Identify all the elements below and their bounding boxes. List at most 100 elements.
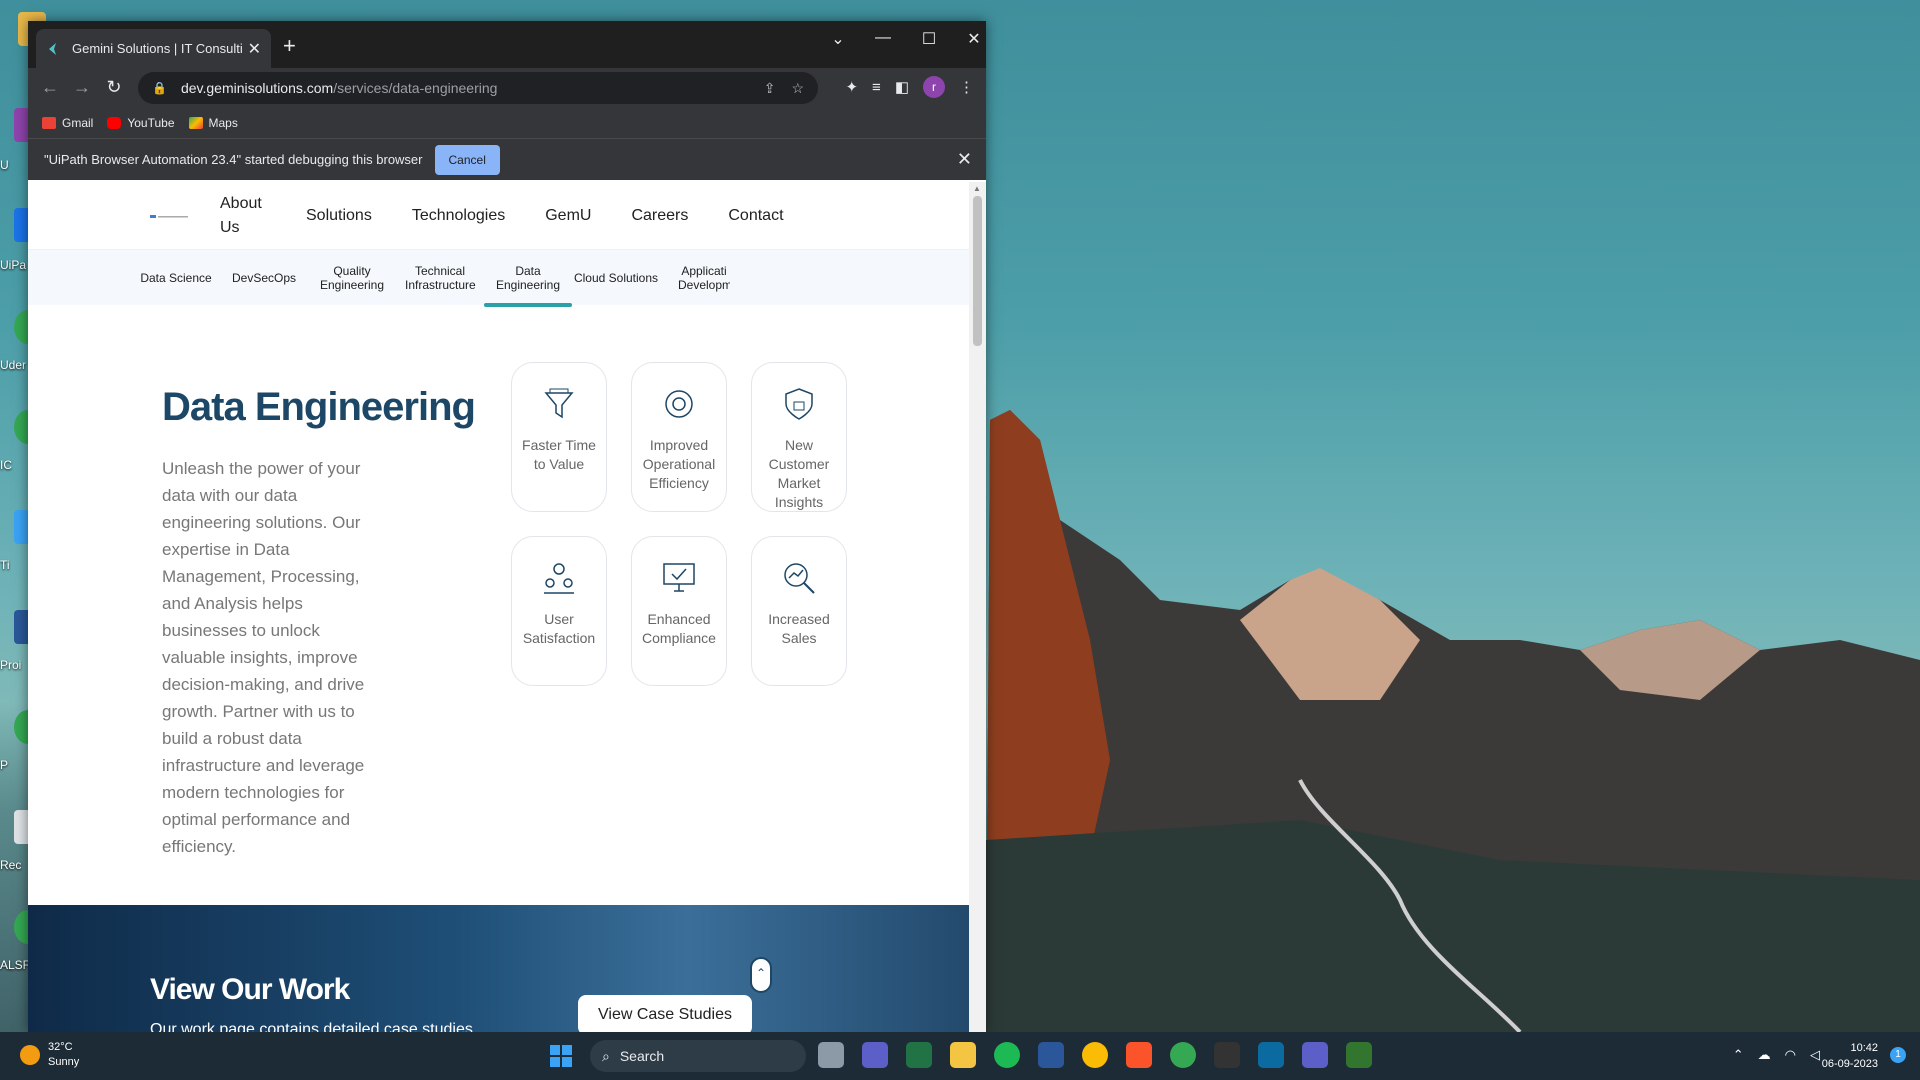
debug-infobar: "UiPath Browser Automation 23.4" started… <box>28 138 986 180</box>
web-page: About Us Solutions Technologies GemU Car… <box>28 182 969 1032</box>
task-view-icon[interactable] <box>818 1042 844 1068</box>
bookmark-youtube[interactable]: YouTube <box>107 116 175 130</box>
minimize-button[interactable]: — <box>868 29 898 47</box>
sharepoint-icon[interactable] <box>1258 1042 1284 1068</box>
taskbar-search-box[interactable]: ⌕ Search <box>590 1040 806 1072</box>
infobar-cancel-button[interactable]: Cancel <box>434 144 500 175</box>
benefit-card-user-satisfaction: User Satisfaction <box>511 536 607 686</box>
nav-about-us[interactable]: About Us <box>220 192 266 240</box>
system-tray: ⌃ ☁ ◠ ◁ <box>1733 1047 1820 1063</box>
page-scrollbar[interactable]: ▲ <box>969 182 986 1032</box>
project-icon[interactable] <box>1346 1042 1372 1068</box>
close-window-button[interactable]: ✕ <box>959 29 986 49</box>
bookmark-gmail[interactable]: Gmail <box>42 116 93 130</box>
benefit-card-compliance: Enhanced Compliance <box>631 536 727 686</box>
work-subtitle: Our work page contains detailed case stu… <box>150 1021 473 1032</box>
word-icon[interactable] <box>1038 1042 1064 1068</box>
address-bar[interactable]: 🔒 dev.geminisolutions.com /services/data… <box>138 72 818 104</box>
search-label: Search <box>619 1048 665 1064</box>
clock-time: 10:42 <box>1850 1042 1878 1054</box>
benefit-label: User Satisfaction <box>522 611 596 646</box>
notification-badge[interactable]: 1 <box>1890 1047 1906 1063</box>
gear-cycle-icon <box>665 390 693 418</box>
bookmark-star-icon[interactable]: ☆ <box>791 80 804 97</box>
benefit-label: New Customer Market Insights <box>768 437 830 510</box>
nav-gemu[interactable]: GemU <box>545 204 591 228</box>
onedrive-cloud-icon[interactable]: ☁ <box>1758 1047 1771 1063</box>
benefit-card-operational-efficiency: Improved Operational Efficiency <box>631 362 727 512</box>
benefit-label: Enhanced Compliance <box>642 611 716 646</box>
extensions-puzzle-icon[interactable]: ✦ <box>845 78 858 96</box>
desktop-label-6: Proi <box>0 658 22 672</box>
browser-toolbar: ← → ↻ 🔒 dev.geminisolutions.com /service… <box>28 68 986 108</box>
taskbar-clock[interactable]: 10:42 06-09-2023 <box>1822 1040 1878 1072</box>
maximize-button[interactable]: ☐ <box>914 29 944 49</box>
bookmark-label: Gmail <box>62 116 94 130</box>
browser-tab[interactable]: Gemini Solutions | IT Consulting, ✕ <box>36 29 271 68</box>
lock-icon: 🔒 <box>152 81 167 95</box>
subnav-technical-infrastructure[interactable]: Technical Infrastructure <box>405 264 476 292</box>
url-host: dev.geminisolutions.com <box>180 80 334 96</box>
browser-titlebar: Gemini Solutions | IT Consulting, ✕ + ⌄ … <box>28 21 986 68</box>
share-icon[interactable]: ⇪ <box>764 80 776 97</box>
excel-icon[interactable] <box>906 1042 932 1068</box>
terminal-icon[interactable] <box>1214 1042 1240 1068</box>
nav-contact[interactable]: Contact <box>728 204 783 228</box>
view-case-studies-button[interactable]: View Case Studies <box>578 995 752 1032</box>
browser-menu-icon[interactable]: ⋮ <box>959 78 974 96</box>
file-explorer-icon[interactable] <box>950 1042 976 1068</box>
chrome-icon[interactable] <box>1082 1042 1108 1068</box>
nav-careers[interactable]: Careers <box>631 204 688 228</box>
teams-icon[interactable] <box>1302 1042 1328 1068</box>
windows-taskbar: 32°C Sunny ⌕ Search ⌃ ☁ ◠ ◁ 10:42 06-09-… <box>0 1032 1920 1080</box>
browser-window: Gemini Solutions | IT Consulting, ✕ + ⌄ … <box>28 21 986 1032</box>
gemini-logo[interactable] <box>150 211 190 221</box>
wifi-icon[interactable]: ◠ <box>1785 1047 1796 1063</box>
weather-widget[interactable]: 32°C Sunny <box>20 1040 79 1070</box>
bookmark-label: Maps <box>208 116 238 130</box>
sun-icon <box>20 1045 40 1065</box>
new-tab-button[interactable]: + <box>283 33 296 59</box>
infobar-close-icon[interactable]: ✕ <box>957 149 972 170</box>
back-arrow-icon[interactable]: ← <box>38 77 62 98</box>
desktop-label-7: P <box>0 758 9 772</box>
services-subnav: Data Science DevSecOps Quality Engineeri… <box>28 250 969 307</box>
hero-section: Data Engineering Unleash the power of yo… <box>28 305 969 888</box>
view-our-work-section: View Our Work Our work page contains det… <box>28 905 969 1032</box>
teams-meet-icon[interactable] <box>862 1042 888 1068</box>
profile-avatar[interactable]: r <box>923 76 945 98</box>
subnav-cloud-solutions[interactable]: Cloud Solutions <box>572 271 660 285</box>
gmail-icon <box>42 117 56 129</box>
work-title: View Our Work <box>150 973 350 1006</box>
scroll-up-arrow-icon[interactable]: ▲ <box>973 184 981 193</box>
volume-icon[interactable]: ◁ <box>1810 1047 1820 1063</box>
tray-chevron-up-icon[interactable]: ⌃ <box>1733 1047 1744 1063</box>
scrollbar-thumb[interactable] <box>973 196 982 346</box>
subnav-devsecops[interactable]: DevSecOps <box>220 271 308 285</box>
tab-search-chevron-icon[interactable]: ⌄ <box>823 29 853 49</box>
media-control-icon[interactable]: ≡ <box>872 79 881 96</box>
subnav-data-engineering[interactable]: Data Engineering <box>484 264 572 307</box>
reload-icon[interactable]: ↻ <box>102 77 126 98</box>
subnav-application-development[interactable]: Applicati Developm <box>678 264 730 292</box>
desktop-label-5: Ti <box>0 558 10 572</box>
nav-solutions[interactable]: Solutions <box>306 204 372 228</box>
desktop-label-9: ALSF <box>0 958 28 972</box>
bookmark-maps[interactable]: Maps <box>188 116 238 130</box>
subnav-data-science[interactable]: Data Science <box>132 271 220 285</box>
windows-start-icon[interactable] <box>550 1045 572 1067</box>
tab-close-icon[interactable]: ✕ <box>248 39 261 59</box>
chrome-profile-icon[interactable] <box>1170 1042 1196 1068</box>
spotify-icon[interactable] <box>994 1042 1020 1068</box>
subnav-quality-engineering[interactable]: Quality Engineering <box>317 264 387 292</box>
forward-arrow-icon[interactable]: → <box>70 77 94 98</box>
desktop-label-2: UiPa <box>0 258 27 272</box>
benefit-label: Increased Sales <box>768 611 830 646</box>
scroll-to-top-button[interactable]: ⌃ <box>750 957 772 993</box>
side-panel-icon[interactable]: ◧ <box>895 78 909 96</box>
magnifier-chart-icon <box>784 563 815 594</box>
brave-icon[interactable] <box>1126 1042 1152 1068</box>
benefit-card-market-insights: New Customer Market Insights <box>751 362 847 512</box>
monitor-check-icon <box>663 563 695 592</box>
nav-technologies[interactable]: Technologies <box>412 204 505 228</box>
